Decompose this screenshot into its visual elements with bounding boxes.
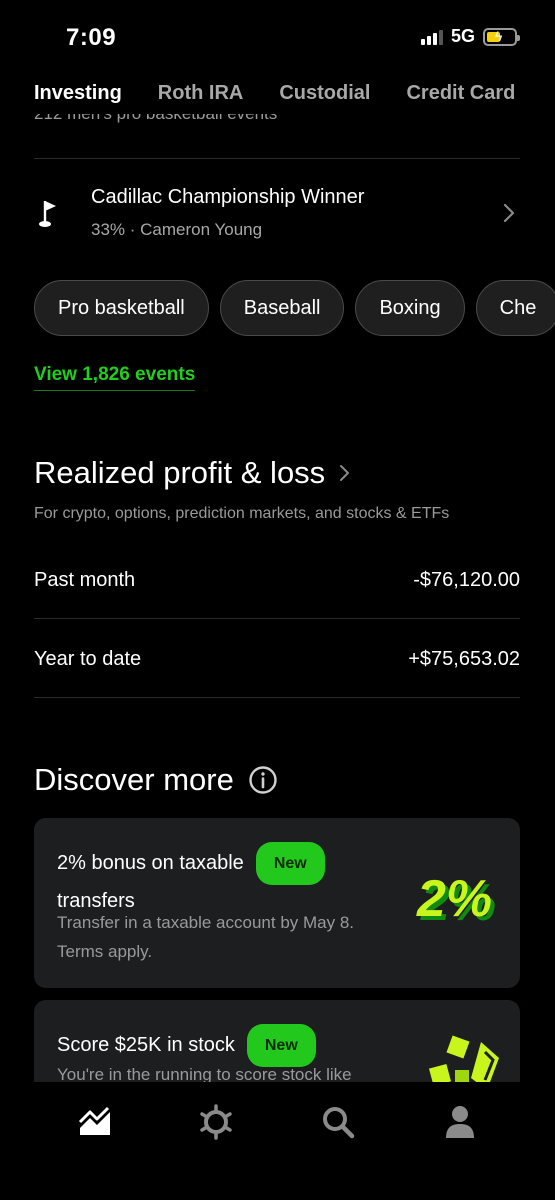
signal-icon: [420, 29, 443, 45]
promo-card-bonus[interactable]: 2% bonus on taxable New transfers Transfe…: [34, 818, 520, 988]
chevron-right-icon: [340, 465, 350, 481]
nav-search[interactable]: [318, 1102, 358, 1142]
home-indicator: [140, 1182, 415, 1188]
search-icon: [323, 1107, 355, 1139]
art-text: 2%: [416, 870, 492, 928]
divider: [34, 697, 520, 698]
card-body: Transfer in a taxable account by May 8. …: [57, 908, 354, 966]
card-title: 2% bonus on taxable New transfers: [57, 842, 325, 918]
nav-crypto[interactable]: [196, 1102, 236, 1142]
chip-pro-basketball[interactable]: Pro basketball: [34, 280, 209, 336]
chevron-right-icon: [503, 203, 515, 223]
profile-icon: [446, 1106, 474, 1138]
card-title-line: 2% bonus on taxable: [57, 851, 244, 874]
realized-pl-header[interactable]: Realized profit & loss: [34, 455, 351, 491]
realized-pl-subtitle: For crypto, options, prediction markets,…: [34, 505, 450, 522]
flag-icon: [39, 201, 56, 227]
two-percent-art: 2% 2%: [416, 870, 496, 932]
pl-row-year-to-date: Year to date +$75,653.02: [34, 639, 520, 679]
account-tabs: Investing Roth IRA Custodial Credit Card: [34, 82, 555, 114]
pl-row-label: Past month: [34, 568, 136, 591]
tab-custodial[interactable]: Custodial: [279, 82, 370, 114]
realized-pl-title: Realized profit & loss: [34, 455, 326, 490]
chip-boxing[interactable]: Boxing: [355, 280, 465, 336]
pl-row-value: -$76,120.00: [413, 568, 520, 591]
tab-roth-ira[interactable]: Roth IRA: [158, 82, 244, 114]
card-body-line: Terms apply.: [57, 942, 153, 961]
discover-header: Discover more: [34, 762, 278, 798]
battery-icon: ϟ: [483, 27, 520, 46]
view-events-link[interactable]: View 1,826 events: [34, 364, 196, 391]
nav-investing[interactable]: [75, 1102, 115, 1142]
category-chips: Pro basketball Baseball Boxing Che: [34, 280, 555, 336]
divider: [34, 158, 520, 159]
tab-credit-card[interactable]: Credit Card: [406, 82, 515, 114]
pl-row-value: +$75,653.02: [408, 647, 520, 670]
discover-title: Discover more: [34, 762, 234, 797]
card-body-line: Transfer in a taxable account by May 8.: [57, 913, 355, 932]
event-subtitle: 33% · Cameron Young: [91, 220, 263, 239]
card-title-line: Score $25K in stock: [57, 1033, 235, 1056]
pl-row-past-month: Past month -$76,120.00: [34, 560, 520, 600]
status-bar: 7:09 5G ϟ: [0, 0, 555, 72]
info-icon[interactable]: [248, 765, 278, 795]
tab-investing[interactable]: Investing: [34, 82, 122, 114]
chip-chess[interactable]: Che: [475, 280, 555, 336]
divider: [34, 618, 520, 619]
event-row[interactable]: Cadillac Championship Winner 33% · Camer…: [34, 176, 520, 252]
chip-baseball[interactable]: Baseball: [219, 280, 345, 336]
new-badge: New: [255, 842, 325, 885]
chart-icon: [78, 1106, 110, 1135]
status-indicators: 5G ϟ: [420, 26, 520, 47]
nav-account[interactable]: [440, 1102, 480, 1142]
status-time: 7:09: [66, 24, 117, 51]
event-title: Cadillac Championship Winner: [91, 186, 365, 208]
pl-row-label: Year to date: [34, 647, 142, 670]
previous-event-row[interactable]: 212 men's pro basketball events: [34, 112, 520, 132]
network-label: 5G: [450, 26, 475, 46]
crypto-icon: [200, 1104, 232, 1140]
